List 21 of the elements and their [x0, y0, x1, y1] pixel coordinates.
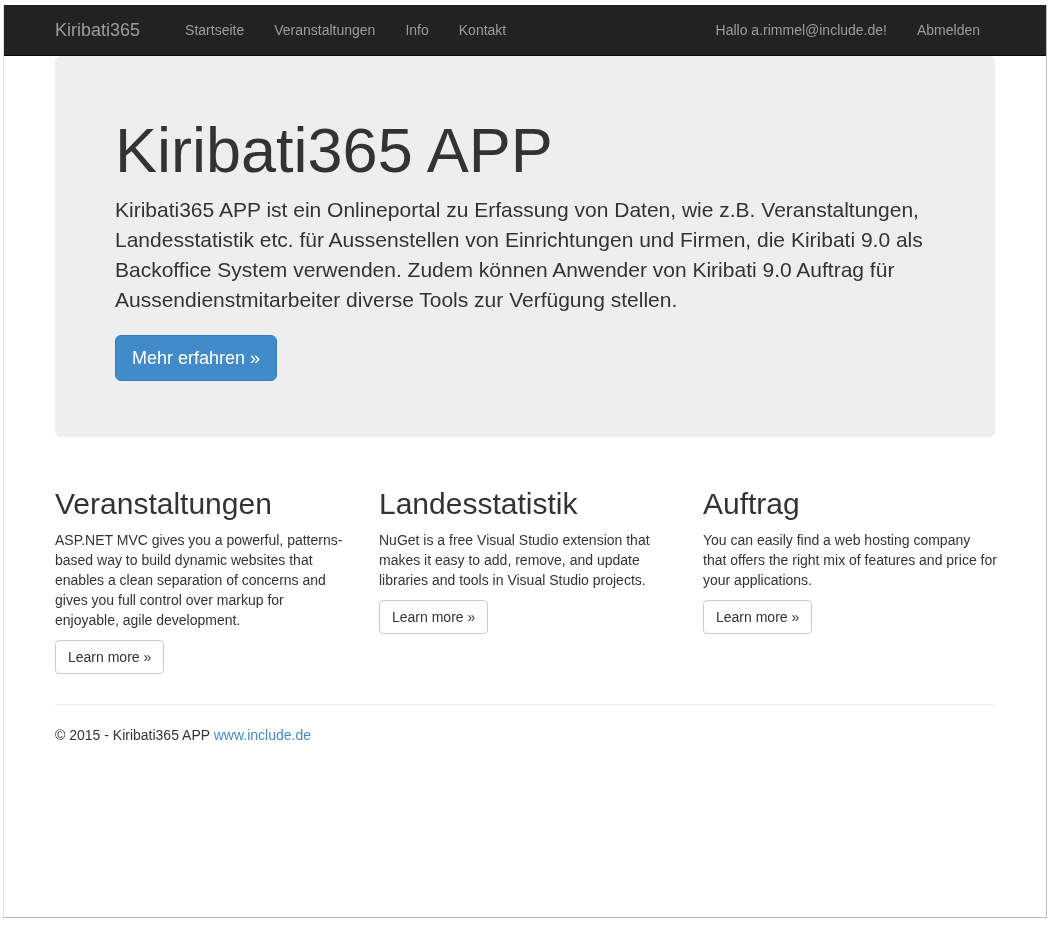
section-heading: Auftrag [703, 487, 801, 520]
learn-more-button[interactable]: Mehr erfahren » [115, 335, 278, 381]
section-text: ASP.NET MVC gives you a powerful, patterns-based way to build dynamic websites that enables a clean separation of concerns and gives you full control over markup for enjoyable, agile development. [55, 531, 344, 630]
learn-more-button[interactable]: Learn more » [703, 600, 813, 634]
section-text: NuGet is a free Visual Studio extension that makes it easy to add, remove, and update libraries and tools in Visual Studio projects. [379, 531, 651, 590]
nav-link[interactable]: Kontakt [443, 5, 522, 55]
section-text: You can easily find a web hosting company that offers the right mix of features and price for your applications. [703, 531, 997, 590]
footer-text: © 2015 - Kiribati365 APP [55, 727, 210, 743]
lead-paragraph: Kiribati365 APP ist ein Onlineportal zu Erfassung von Daten, wie z.B. Veranstaltungen, Landesstatistik etc. für Aussenstellen von Einrichtungen und Firmen, die Kiribati 9.0 als Backoffice System verwenden. Zudem können Anwender von Kiribati 9.0 Auftrag für Aussendienstmitarbeiter diverse Tools zur Verfügung stellen. [115, 197, 924, 313]
learn-more-button[interactable]: Learn more » [379, 600, 489, 634]
user-greeting-link[interactable]: Hallo a.rimmel@include.de! [700, 5, 902, 55]
logout-link[interactable]: Abmelden [901, 5, 995, 55]
learn-more-button[interactable]: Learn more » [55, 640, 165, 674]
section-heading: Veranstaltungen [55, 487, 273, 520]
footer-link[interactable]: www.include.de [213, 727, 311, 743]
nav-link[interactable]: Info [390, 5, 444, 55]
section-heading: Landesstatistik [379, 487, 579, 520]
jumbotron-title: Kiribati365 APP [115, 116, 554, 185]
nav-link[interactable]: Veranstaltungen [259, 5, 391, 55]
brand-link[interactable]: Kiribati365 [55, 5, 156, 55]
nav-link[interactable]: Startseite [170, 5, 260, 55]
